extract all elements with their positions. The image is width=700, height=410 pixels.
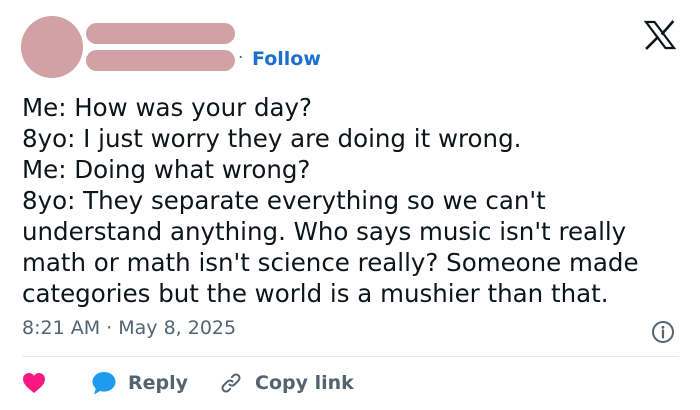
post-text: Me: How was your day? 8yo: I just worry … <box>22 92 692 309</box>
header-separator: · <box>238 48 244 68</box>
divider <box>22 356 679 357</box>
post-timestamp[interactable]: 8:21 AM · May 8, 2025 <box>22 317 236 339</box>
post-line: 8yo: I just worry they are doing it wron… <box>22 124 522 153</box>
post-line: categories but the world is a mushier th… <box>22 279 609 308</box>
copy-link-button[interactable]: Copy link <box>219 371 354 395</box>
display-name-redacted[interactable] <box>86 23 235 44</box>
post-line: Me: Doing what wrong? <box>22 155 311 184</box>
post-line: math or math isn't science really? Someo… <box>22 248 639 277</box>
post-line: Me: How was your day? <box>22 93 313 122</box>
reply-label[interactable]: Reply <box>128 372 188 394</box>
avatar[interactable] <box>21 16 83 78</box>
x-logo-icon[interactable] <box>643 20 677 50</box>
reply-button[interactable]: Reply <box>91 370 188 396</box>
action-bar: Reply Copy link <box>22 369 354 397</box>
username-redacted[interactable] <box>86 50 235 71</box>
post-line: 8yo: They separate everything so we can'… <box>22 186 546 215</box>
info-icon[interactable] <box>651 320 675 344</box>
follow-button[interactable]: Follow <box>252 48 321 70</box>
post-time[interactable]: 8:21 AM <box>22 317 100 339</box>
meta-separator: · <box>106 317 113 339</box>
heart-icon <box>23 373 45 393</box>
post-date[interactable]: May 8, 2025 <box>118 317 236 339</box>
copy-link-label[interactable]: Copy link <box>255 372 354 394</box>
link-icon <box>221 373 241 393</box>
post-line: understand anything. Who says music isn'… <box>22 217 627 246</box>
reply-icon <box>92 372 116 395</box>
like-button[interactable] <box>22 372 46 394</box>
